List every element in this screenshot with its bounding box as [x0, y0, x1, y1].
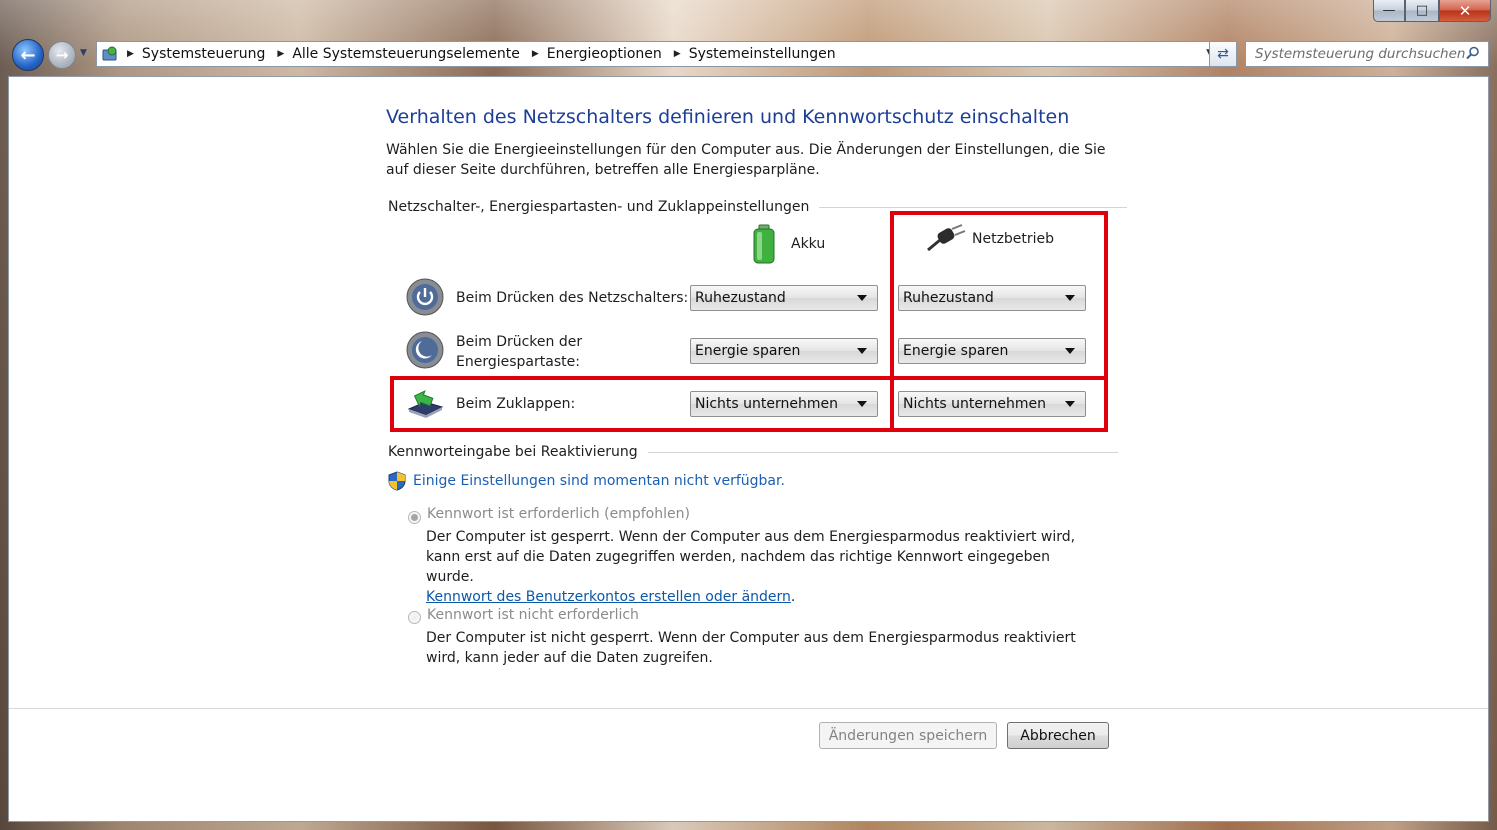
create-password-link[interactable]: Kennwort des Benutzerkontos erstellen od… — [426, 589, 791, 605]
radio-password-not-required[interactable] — [408, 611, 421, 624]
close-button[interactable]: ✕ — [1439, 0, 1491, 22]
row-label-power-button: Beim Drücken des Netzschalters: — [456, 290, 689, 306]
breadcrumb-alle-elemente[interactable]: Alle Systemsteuerungselemente — [292, 46, 520, 62]
breadcrumb-separator[interactable]: ▶ — [674, 49, 681, 59]
breadcrumb-energieoptionen[interactable]: Energieoptionen — [547, 46, 662, 62]
power-button-icon — [406, 278, 444, 316]
navigation-bar: ← → ▼ ▶ Systemsteuerung ▶ Alle Systemste… — [8, 38, 1489, 72]
link-suffix: . — [790, 589, 796, 605]
highlight-box-lid-row — [390, 376, 1108, 432]
radio-password-required[interactable] — [408, 511, 421, 524]
refresh-icon: ⇄ — [1217, 46, 1229, 62]
breadcrumb-systemeinstellungen[interactable]: Systemeinstellungen — [689, 46, 836, 62]
address-bar[interactable]: ▶ Systemsteuerung ▶ Alle Systemsteuerung… — [96, 41, 1222, 67]
row-label-line: Energiespartaste: — [456, 354, 580, 370]
option-desc-not-required: Der Computer ist nicht gesperrt. Wenn de… — [426, 630, 1076, 666]
select-sleep-button-battery[interactable]: Energie sparen — [690, 338, 878, 364]
column-header-battery: Akku — [751, 224, 825, 264]
minimize-button[interactable]: — — [1373, 0, 1405, 22]
option-label-required: Kennwort ist erforderlich (empfohlen) — [427, 506, 690, 522]
battery-icon — [753, 224, 775, 264]
recent-pages-dropdown[interactable]: ▼ — [80, 48, 87, 58]
search-input[interactable]: Systemsteuerung durchsuchen — [1245, 41, 1489, 67]
cancel-button[interactable]: Abbrechen — [1007, 722, 1109, 749]
option-label-not-required: Kennwort ist nicht erforderlich — [427, 607, 639, 623]
breadcrumb-separator[interactable]: ▶ — [127, 49, 134, 59]
sleep-button-icon — [406, 331, 444, 369]
select-value: Energie sparen — [695, 343, 801, 359]
page-description: Wählen Sie die Energieeinstellungen für … — [386, 142, 1106, 178]
section-divider — [819, 206, 1128, 208]
section-heading-text: Kennworteingabe bei Reaktivierung — [388, 444, 638, 460]
select-power-button-battery[interactable]: Ruhezustand — [690, 285, 878, 311]
option-desc-required: Der Computer ist gesperrt. Wenn der Comp… — [426, 527, 1086, 607]
caption-buttons: — □ ✕ — [1373, 0, 1491, 22]
search-icon[interactable] — [1466, 46, 1480, 60]
section-divider — [647, 451, 1118, 453]
save-changes-button[interactable]: Änderungen speichern — [819, 722, 997, 749]
breadcrumb-systemsteuerung[interactable]: Systemsteuerung — [142, 46, 265, 62]
select-value: Ruhezustand — [695, 290, 786, 306]
section-heading-text: Netzschalter-, Energiespartasten- und Zu… — [388, 199, 810, 215]
shield-icon — [388, 471, 406, 491]
breadcrumb-separator[interactable]: ▶ — [277, 49, 284, 59]
content-pane: Verhalten des Netzschalters definieren u… — [8, 76, 1489, 822]
search-placeholder: Systemsteuerung durchsuchen — [1255, 46, 1466, 62]
breadcrumb-separator[interactable]: ▶ — [532, 49, 539, 59]
chevron-down-icon — [857, 348, 867, 354]
arrow-right-icon: → — [55, 46, 69, 64]
forward-button[interactable]: → — [48, 41, 76, 69]
row-label-sleep-button: Beim Drücken der Energiespartaste: — [456, 332, 582, 372]
highlight-divider — [890, 376, 894, 432]
unavailable-settings-link[interactable]: Einige Einstellungen sind momentan nicht… — [413, 473, 785, 489]
refresh-button[interactable]: ⇄ — [1209, 41, 1237, 67]
control-panel-icon — [102, 46, 117, 61]
footer-divider — [9, 708, 1488, 709]
row-label-line: Beim Drücken der — [456, 334, 583, 350]
arrow-left-icon: ← — [20, 44, 36, 66]
chevron-down-icon — [857, 295, 867, 301]
section-heading-password: Kennworteingabe bei Reaktivierung — [388, 444, 1118, 460]
maximize-button[interactable]: □ — [1405, 0, 1439, 22]
page-title: Verhalten des Netzschalters definieren u… — [386, 106, 1070, 128]
back-button[interactable]: ← — [12, 39, 44, 71]
column-label-battery: Akku — [791, 236, 826, 252]
option-desc-text: Der Computer ist gesperrt. Wenn der Comp… — [426, 529, 1076, 585]
